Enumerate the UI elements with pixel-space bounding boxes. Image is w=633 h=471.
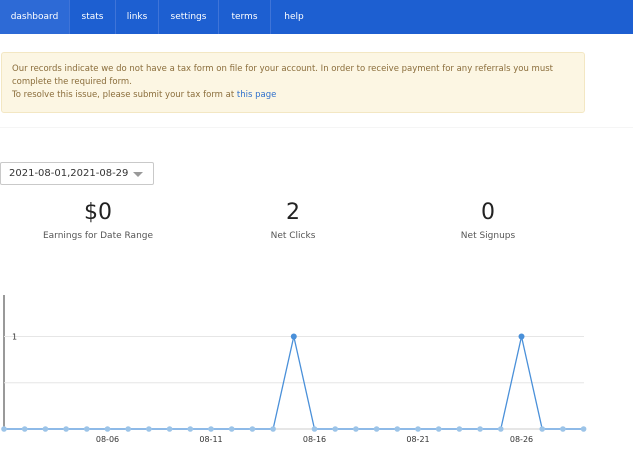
- data-point: [518, 333, 525, 340]
- nav-settings[interactable]: settings: [159, 0, 219, 34]
- clicks-stat: 2 Net Clicks: [203, 199, 383, 242]
- signups-label: Net Signups: [460, 231, 516, 241]
- data-point: [187, 426, 194, 432]
- earnings-value: $0: [84, 200, 112, 225]
- date-range-value: 2021-08-01,2021-08-29: [9, 168, 129, 179]
- clicks-value: 2: [286, 200, 300, 225]
- data-point: [394, 426, 401, 432]
- alert-instruction: To resolve this issue, please submit you…: [12, 89, 574, 102]
- x-tick-label: 08-11: [199, 435, 222, 444]
- data-point: [539, 426, 545, 432]
- data-point: [84, 426, 90, 432]
- data-point: [498, 426, 504, 432]
- data-point: [228, 426, 235, 432]
- nav-dashboard[interactable]: dashboard: [0, 0, 70, 34]
- signups-stat: 0 Net Signups: [398, 199, 578, 242]
- data-point: [249, 426, 256, 432]
- x-tick-label: 08-06: [96, 435, 119, 444]
- tax-form-alert: Our records indicate we do not have a ta…: [1, 52, 585, 113]
- x-tick-label: 08-21: [406, 435, 429, 444]
- signups-value: 0: [481, 200, 495, 225]
- tax-form-link[interactable]: this page: [237, 90, 276, 100]
- data-point: [435, 426, 442, 432]
- data-point: [146, 426, 152, 432]
- y-tick-label: 1: [12, 333, 17, 342]
- data-point: [21, 426, 28, 432]
- data-point: [332, 426, 339, 432]
- nav-links[interactable]: links: [116, 0, 159, 34]
- data-point: [63, 426, 69, 432]
- x-tick-label: 08-16: [303, 435, 326, 444]
- data-point: [415, 426, 421, 432]
- date-range-select[interactable]: 2021-08-01,2021-08-29: [0, 162, 154, 185]
- chevron-down-icon: [133, 172, 143, 177]
- data-point: [208, 426, 214, 432]
- data-point: [353, 426, 359, 432]
- data-point: [456, 426, 463, 432]
- x-tick-label: 08-26: [510, 435, 533, 444]
- clicks-label: Net Clicks: [270, 231, 316, 241]
- data-point: [270, 426, 276, 432]
- earnings-label: Earnings for Date Range: [42, 231, 154, 241]
- data-point: [560, 426, 566, 432]
- nav-help[interactable]: help: [271, 0, 317, 34]
- nav-terms[interactable]: terms: [219, 0, 271, 34]
- alert-message: Our records indicate we do not have a ta…: [12, 64, 553, 87]
- data-point: [290, 333, 297, 340]
- nav-stats[interactable]: stats: [70, 0, 116, 34]
- clicks-line-chart: 1 08-06 08-11 08-16 08-21 08-26: [1, 295, 587, 444]
- data-point: [477, 426, 483, 432]
- alert-instruction-text: To resolve this issue, please submit you…: [12, 90, 235, 100]
- data-point: [42, 426, 49, 432]
- earnings-stat: $0 Earnings for Date Range: [8, 199, 188, 242]
- data-point: [311, 426, 318, 432]
- data-point: [104, 426, 111, 432]
- data-point: [1, 426, 7, 432]
- section-divider: [0, 127, 633, 128]
- data-point: [125, 426, 131, 432]
- data-point: [580, 426, 587, 432]
- top-nav: dashboard stats links settings terms hel…: [0, 0, 633, 34]
- data-point: [373, 426, 380, 432]
- data-point: [166, 426, 173, 432]
